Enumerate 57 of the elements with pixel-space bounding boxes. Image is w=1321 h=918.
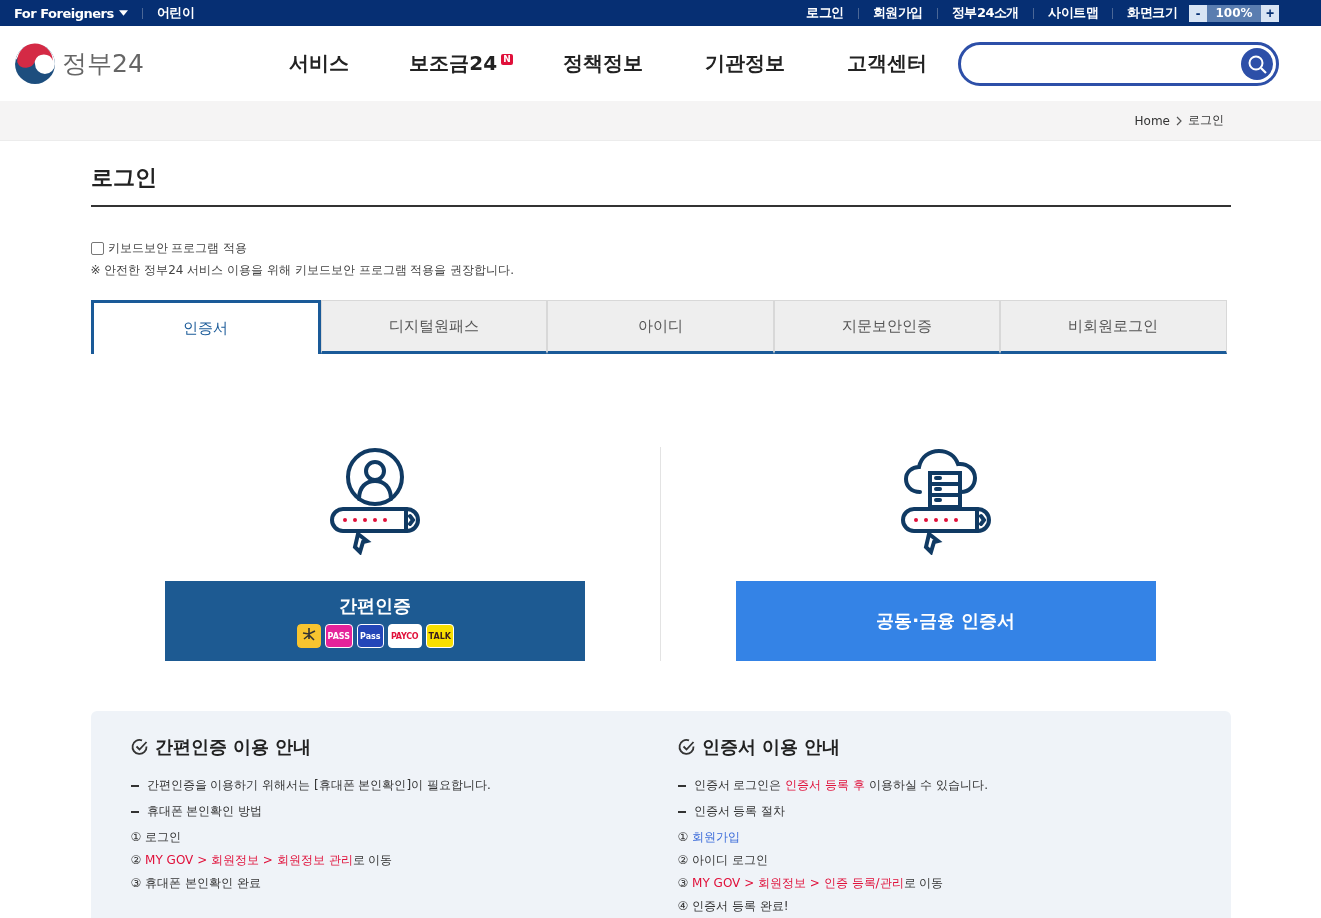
guide-text: ① 로그인 (130, 830, 182, 844)
checkbox-label: 키보드보안 프로그램 적용 (107, 240, 248, 257)
signup-link[interactable]: 회원가입 (692, 830, 741, 844)
nav-item[interactable]: 서비스 (248, 50, 390, 77)
cloud-server-password-icon (899, 447, 992, 555)
zoom-out-button[interactable]: - (1189, 4, 1207, 22)
nav-item[interactable]: 보조금24 $^{N}$ (390, 50, 532, 77)
check-circle-icon (677, 738, 696, 756)
top-link[interactable]: 회원가입 (872, 4, 923, 22)
login-tab[interactable]: 비회원로그인 (1000, 300, 1227, 354)
top-link[interactable]: 사이트맵 (1048, 4, 1098, 22)
login-tab[interactable]: 지문보안인증 (773, 300, 1001, 354)
guide-text: 인증서 등록 절차 (693, 804, 786, 818)
chevron-icon (1176, 115, 1182, 126)
login-tab[interactable]: 인증서 (90, 300, 321, 354)
guide-text: ① 회원가입 (677, 830, 741, 844)
top-link[interactable]: 로그인 (806, 4, 844, 22)
login-button[interactable]: 공동·금융 인증서 (735, 581, 1156, 661)
guide-text: ④ 인증서 등록 완료! (677, 899, 789, 913)
guide-text: ② MY GOV > 회원정보 > 회원정보 관리 로 이동 (130, 853, 393, 867)
taegeuk-logo-icon[interactable] (14, 42, 56, 85)
login-button[interactable]: 간편인증 PASS Pass PAYCO TALK (165, 581, 586, 661)
notice-text: ※ 안전한 정부24 서비스 이용을 위해 키보드보안 프로그램 적용을 권장합니다. (90, 262, 515, 279)
breadcrumb-link[interactable]: 로그인 (1188, 112, 1224, 129)
top-link[interactable]: 정부24소개 (951, 4, 1019, 22)
login-tab[interactable]: 아이디 (547, 300, 774, 354)
search-icon[interactable] (1241, 47, 1273, 80)
search-field[interactable] (958, 41, 1279, 86)
top-link[interactable]: 어린이 (156, 4, 195, 22)
nav-item[interactable]: 고객센터 (816, 50, 958, 77)
top-link[interactable]: For Foreigners (14, 5, 128, 21)
guide-text: 휴대폰 본인확인 방법 (146, 804, 263, 818)
app-logo: Pass (357, 624, 384, 648)
app-logo: PASS (324, 624, 354, 648)
guide-text: ③ 휴대폰 본인확인 완료 (130, 876, 261, 890)
login-tab[interactable]: 디지털원패스 (320, 300, 548, 354)
guide-text: 인증서 로그인은 인증서 등록 후 이용하실 수 있습니다. (693, 778, 989, 792)
caret-icon (118, 10, 128, 16)
check-circle-icon (130, 738, 149, 756)
guide-text: ③ MY GOV > 회원정보 > 인증 등록/관리 로 이동 (677, 876, 944, 890)
checkbox[interactable] (90, 242, 104, 255)
nav-item[interactable]: 정책정보 (532, 50, 674, 77)
guide-text: 간편인증을 이용하기 위해서는 [휴대폰 본인확인]이 필요합니다. (146, 778, 491, 792)
guide-title: 간편인증 이용 안내 (154, 735, 312, 759)
zoom-value: 100% (1214, 6, 1254, 20)
guide-text: ② 아이디 로그인 (677, 853, 768, 867)
app-logo: PAYCO (387, 624, 422, 648)
star-logo-icon (296, 624, 321, 648)
logo-text[interactable]: 정부24 (62, 47, 144, 80)
app-logo: TALK (425, 624, 454, 648)
guide-title: 인증서 이용 안내 (701, 735, 841, 759)
zoom-in-button[interactable]: + (1261, 4, 1279, 22)
zoom-label: 화면크기 (1127, 4, 1177, 22)
breadcrumb-link[interactable]: Home (1134, 113, 1170, 128)
nav-item[interactable]: 기관정보 (674, 50, 816, 77)
page-title: 로그인 (90, 163, 1231, 207)
user-password-icon (329, 447, 422, 555)
